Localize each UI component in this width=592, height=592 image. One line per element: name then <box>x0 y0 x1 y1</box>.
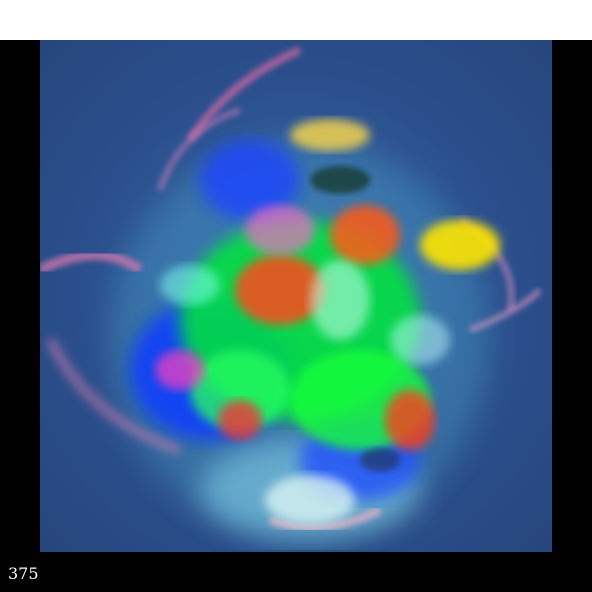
top-margin <box>0 0 592 40</box>
nebula-artwork <box>40 40 552 552</box>
rendered-image <box>40 40 552 552</box>
frame-counter: 375 <box>8 564 39 583</box>
